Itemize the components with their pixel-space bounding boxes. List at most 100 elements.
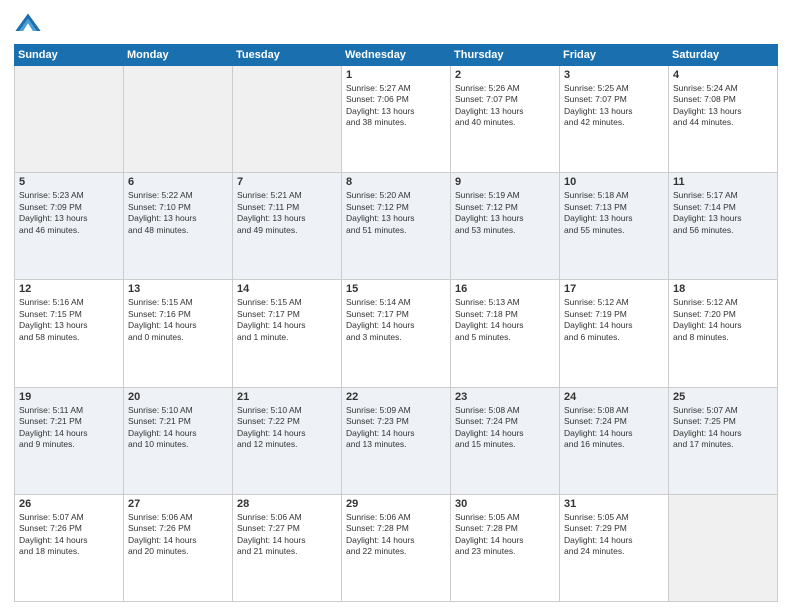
day-info: Sunrise: 5:18 AM Sunset: 7:13 PM Dayligh… [564,190,664,236]
calendar-cell: 17Sunrise: 5:12 AM Sunset: 7:19 PM Dayli… [560,280,669,387]
day-info: Sunrise: 5:23 AM Sunset: 7:09 PM Dayligh… [19,190,119,236]
day-info: Sunrise: 5:06 AM Sunset: 7:27 PM Dayligh… [237,512,337,558]
day-info: Sunrise: 5:13 AM Sunset: 7:18 PM Dayligh… [455,297,555,343]
day-number: 14 [237,283,337,295]
weekday-header-saturday: Saturday [669,45,778,66]
day-number: 12 [19,283,119,295]
calendar-cell: 16Sunrise: 5:13 AM Sunset: 7:18 PM Dayli… [451,280,560,387]
calendar-cell: 29 Sunrise: 5:06 AM Sunset: 7:28 PM Dayli… [342,494,451,601]
calendar-cell: 27Sunrise: 5:06 AM Sunset: 7:26 PM Dayli… [124,494,233,601]
calendar-cell [669,494,778,601]
calendar-cell: 21 Sunrise: 5:10 AM Sunset: 7:22 PM Dayli… [233,387,342,494]
day-info: Sunrise: 5:06 AM Sunset: 7:28 PM Dayligh… [346,512,446,558]
calendar-cell: 8 Sunrise: 5:20 AM Sunset: 7:12 PM Daylig… [342,173,451,280]
calendar-cell: 24 Sunrise: 5:08 AM Sunset: 7:24 PM Dayli… [560,387,669,494]
day-info: Sunrise: 5:25 AM Sunset: 7:07 PM Dayligh… [564,83,664,129]
day-info: Sunrise: 5:08 AM Sunset: 7:24 PM Dayligh… [455,405,555,451]
week-row-3: 19 Sunrise: 5:11 AM Sunset: 7:21 PM Dayli… [15,387,778,494]
day-info: Sunrise: 5:07 AM Sunset: 7:25 PM Dayligh… [673,405,773,451]
day-info: Sunrise: 5:16 AM Sunset: 7:15 PM Dayligh… [19,297,119,343]
weekday-header-monday: Monday [124,45,233,66]
day-info: Sunrise: 5:12 AM Sunset: 7:19 PM Dayligh… [564,297,664,343]
day-number: 22 [346,391,446,403]
day-number: 8 [346,176,446,188]
day-info: Sunrise: 5:09 AM Sunset: 7:23 PM Dayligh… [346,405,446,451]
day-number: 25 [673,391,773,403]
day-number: 2 [455,69,555,81]
calendar-cell: 30 Sunrise: 5:05 AM Sunset: 7:28 PM Dayli… [451,494,560,601]
day-info: Sunrise: 5:15 AM Sunset: 7:16 PM Dayligh… [128,297,228,343]
weekday-header-wednesday: Wednesday [342,45,451,66]
day-number: 28 [237,498,337,510]
day-info: Sunrise: 5:10 AM Sunset: 7:22 PM Dayligh… [237,405,337,451]
calendar-cell: 22 Sunrise: 5:09 AM Sunset: 7:23 PM Dayli… [342,387,451,494]
day-number: 30 [455,498,555,510]
day-info: Sunrise: 5:14 AM Sunset: 7:17 PM Dayligh… [346,297,446,343]
day-info: Sunrise: 5:19 AM Sunset: 7:12 PM Dayligh… [455,190,555,236]
day-info: Sunrise: 5:17 AM Sunset: 7:14 PM Dayligh… [673,190,773,236]
day-number: 21 [237,391,337,403]
calendar-cell: 1Sunrise: 5:27 AM Sunset: 7:06 PM Daylig… [342,66,451,173]
day-info: Sunrise: 5:15 AM Sunset: 7:17 PM Dayligh… [237,297,337,343]
calendar-cell: 5 Sunrise: 5:23 AM Sunset: 7:09 PM Daylig… [15,173,124,280]
calendar-cell: 4 Sunrise: 5:24 AM Sunset: 7:08 PM Daylig… [669,66,778,173]
day-info: Sunrise: 5:07 AM Sunset: 7:26 PM Dayligh… [19,512,119,558]
day-number: 23 [455,391,555,403]
weekday-header-sunday: Sunday [15,45,124,66]
calendar-cell: 11 Sunrise: 5:17 AM Sunset: 7:14 PM Dayli… [669,173,778,280]
logo [14,10,46,38]
calendar-cell: 7Sunrise: 5:21 AM Sunset: 7:11 PM Daylig… [233,173,342,280]
header [14,10,778,38]
week-row-0: 1Sunrise: 5:27 AM Sunset: 7:06 PM Daylig… [15,66,778,173]
day-number: 10 [564,176,664,188]
day-info: Sunrise: 5:05 AM Sunset: 7:29 PM Dayligh… [564,512,664,558]
calendar-cell: 13 Sunrise: 5:15 AM Sunset: 7:16 PM Dayli… [124,280,233,387]
weekday-header-thursday: Thursday [451,45,560,66]
calendar-cell: 9Sunrise: 5:19 AM Sunset: 7:12 PM Daylig… [451,173,560,280]
calendar-cell: 20Sunrise: 5:10 AM Sunset: 7:21 PM Dayli… [124,387,233,494]
day-info: Sunrise: 5:08 AM Sunset: 7:24 PM Dayligh… [564,405,664,451]
day-info: Sunrise: 5:05 AM Sunset: 7:28 PM Dayligh… [455,512,555,558]
calendar-cell: 26 Sunrise: 5:07 AM Sunset: 7:26 PM Dayli… [15,494,124,601]
week-row-4: 26 Sunrise: 5:07 AM Sunset: 7:26 PM Dayli… [15,494,778,601]
day-number: 7 [237,176,337,188]
day-info: Sunrise: 5:26 AM Sunset: 7:07 PM Dayligh… [455,83,555,129]
day-number: 5 [19,176,119,188]
day-number: 19 [19,391,119,403]
day-number: 20 [128,391,228,403]
calendar-cell: 6 Sunrise: 5:22 AM Sunset: 7:10 PM Daylig… [124,173,233,280]
day-number: 4 [673,69,773,81]
calendar-cell [124,66,233,173]
calendar-cell: 3 Sunrise: 5:25 AM Sunset: 7:07 PM Daylig… [560,66,669,173]
day-number: 24 [564,391,664,403]
day-number: 6 [128,176,228,188]
day-number: 18 [673,283,773,295]
day-number: 3 [564,69,664,81]
day-info: Sunrise: 5:20 AM Sunset: 7:12 PM Dayligh… [346,190,446,236]
calendar-cell: 12 Sunrise: 5:16 AM Sunset: 7:15 PM Dayli… [15,280,124,387]
day-info: Sunrise: 5:24 AM Sunset: 7:08 PM Dayligh… [673,83,773,129]
calendar-cell: 14 Sunrise: 5:15 AM Sunset: 7:17 PM Dayli… [233,280,342,387]
calendar-cell: 25 Sunrise: 5:07 AM Sunset: 7:25 PM Dayli… [669,387,778,494]
calendar-cell: 15 Sunrise: 5:14 AM Sunset: 7:17 PM Dayli… [342,280,451,387]
day-number: 29 [346,498,446,510]
day-number: 13 [128,283,228,295]
calendar-cell: 2 Sunrise: 5:26 AM Sunset: 7:07 PM Daylig… [451,66,560,173]
day-info: Sunrise: 5:22 AM Sunset: 7:10 PM Dayligh… [128,190,228,236]
calendar-cell: 23 Sunrise: 5:08 AM Sunset: 7:24 PM Dayli… [451,387,560,494]
weekday-header-friday: Friday [560,45,669,66]
day-info: Sunrise: 5:11 AM Sunset: 7:21 PM Dayligh… [19,405,119,451]
calendar-cell: 28 Sunrise: 5:06 AM Sunset: 7:27 PM Dayli… [233,494,342,601]
day-number: 26 [19,498,119,510]
week-row-2: 12 Sunrise: 5:16 AM Sunset: 7:15 PM Dayli… [15,280,778,387]
calendar-cell: 10 Sunrise: 5:18 AM Sunset: 7:13 PM Dayli… [560,173,669,280]
day-number: 11 [673,176,773,188]
day-number: 1 [346,69,446,81]
day-number: 15 [346,283,446,295]
day-info: Sunrise: 5:06 AM Sunset: 7:26 PM Dayligh… [128,512,228,558]
week-row-1: 5 Sunrise: 5:23 AM Sunset: 7:09 PM Daylig… [15,173,778,280]
calendar-cell [233,66,342,173]
calendar-cell [15,66,124,173]
logo-icon [14,10,42,38]
day-number: 31 [564,498,664,510]
